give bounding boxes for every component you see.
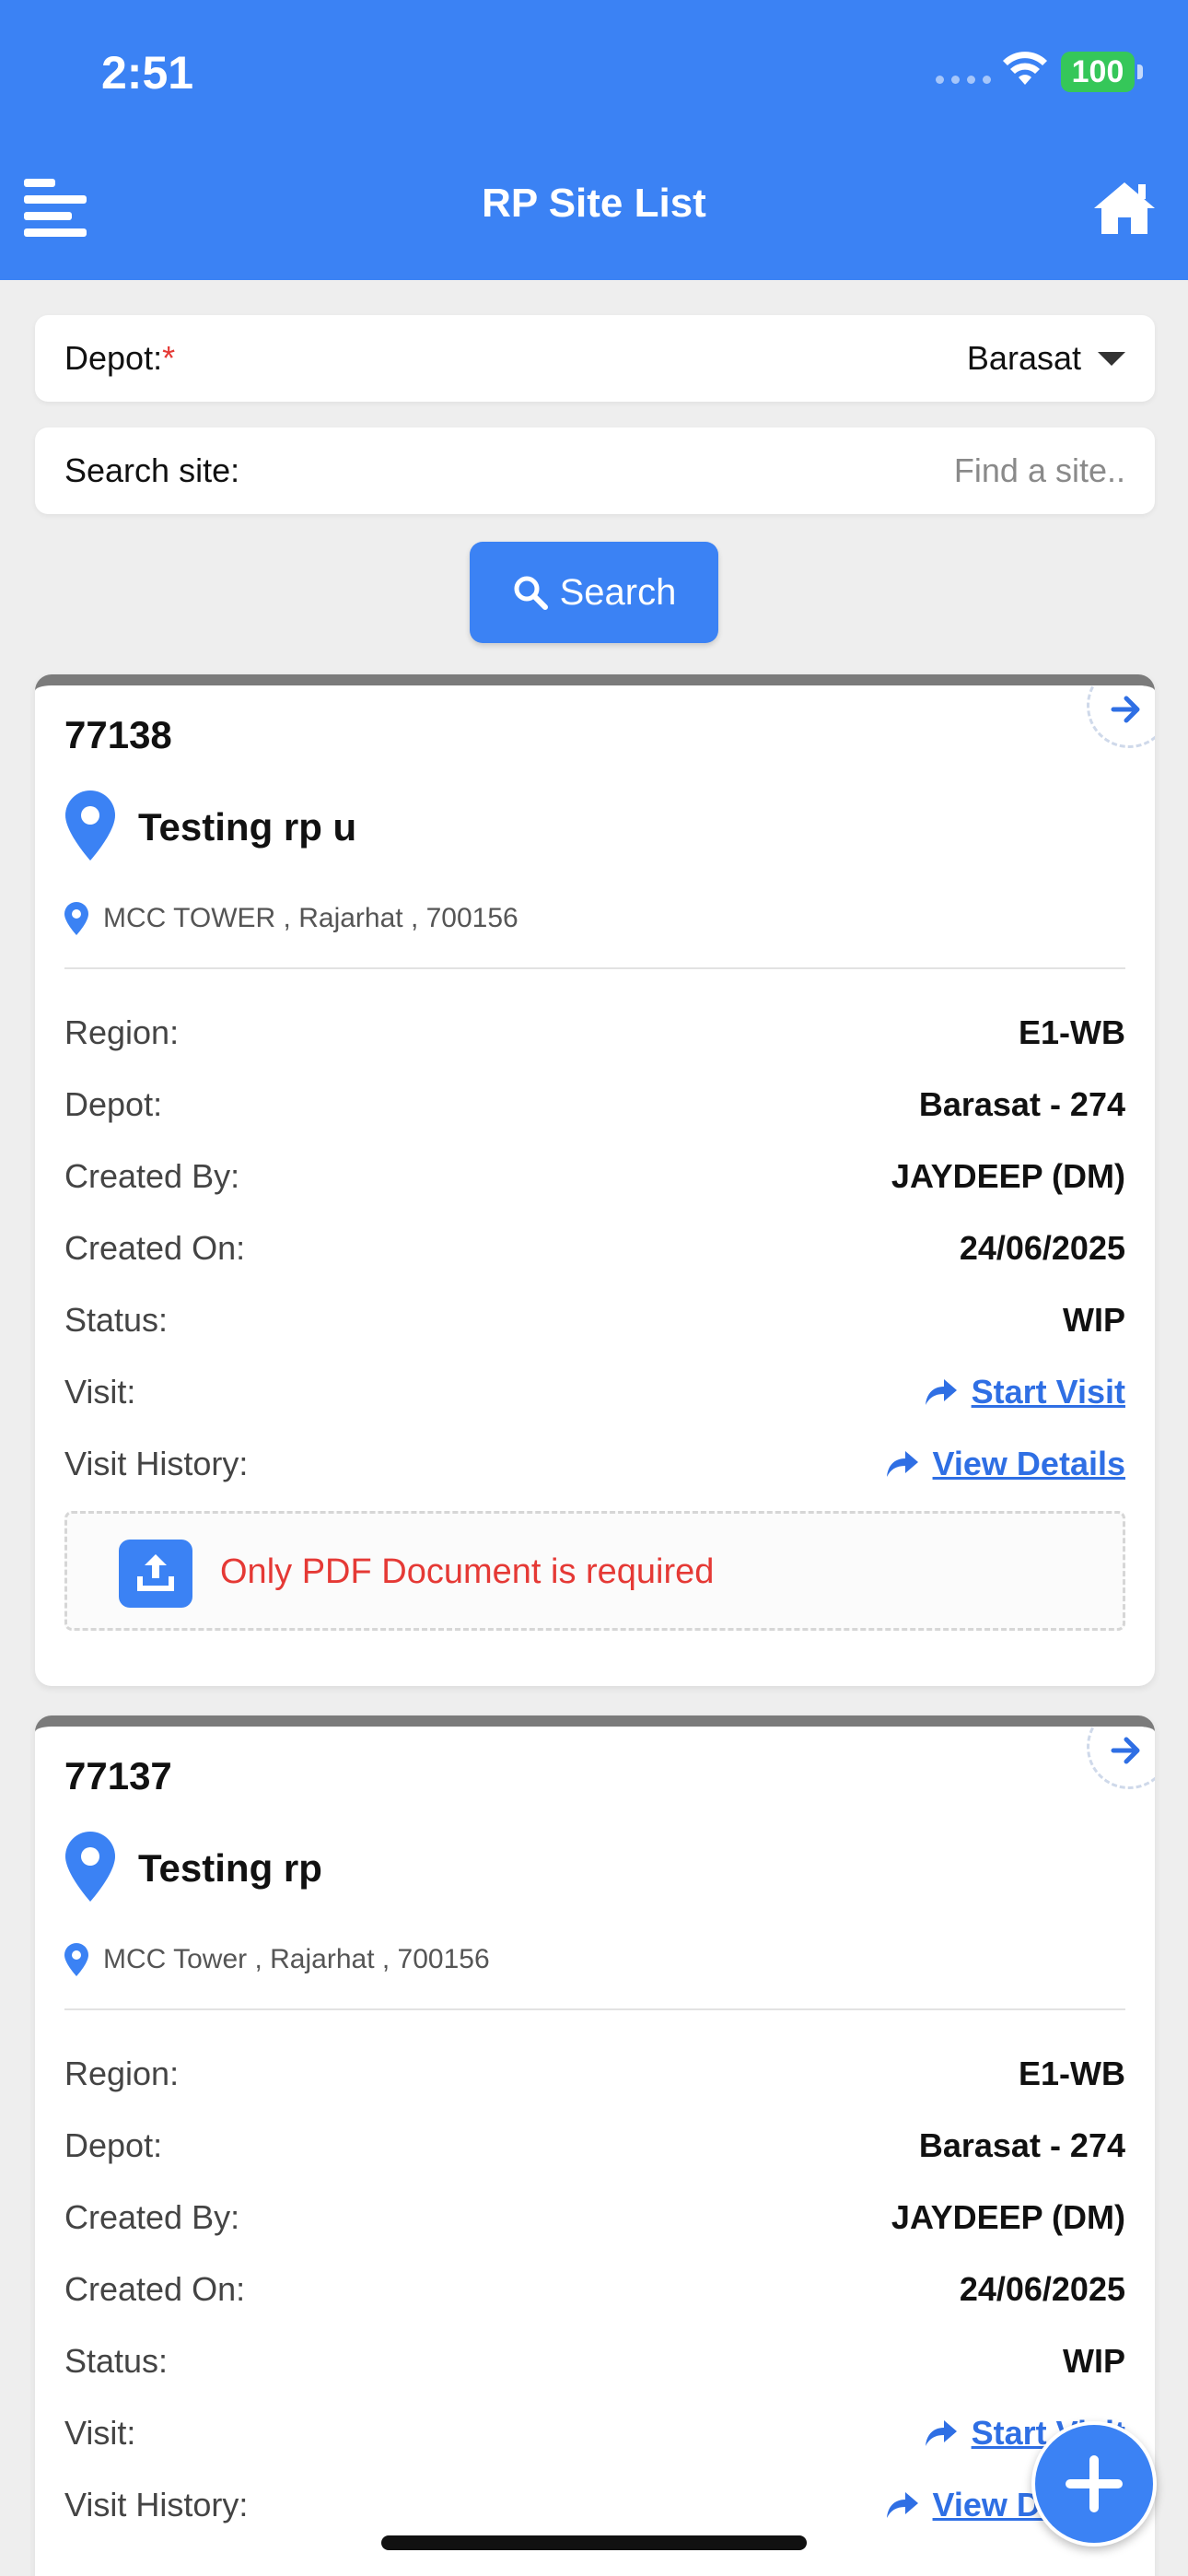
share-arrow-icon: [886, 2492, 918, 2518]
status-row: Status: WIP: [64, 1301, 1125, 1339]
site-id: 77138: [64, 713, 172, 756]
visit-row: Visit: Start Visit: [64, 2414, 1125, 2452]
open-site-button[interactable]: [1087, 1727, 1155, 1789]
search-icon: [514, 576, 548, 610]
app-header: 2:51 100 RP Site List: [0, 0, 1188, 280]
search-button-label: Search: [559, 571, 677, 613]
open-site-button[interactable]: [1087, 685, 1155, 748]
site-card: 77138 Testing rp u MCC TOWER , Rajarhat …: [35, 674, 1155, 1686]
add-site-button[interactable]: [1031, 2421, 1157, 2547]
status-time: 2:51: [101, 47, 194, 99]
search-button[interactable]: Search: [470, 542, 718, 643]
visit-history-row: Visit History: View Details: [64, 1445, 1125, 1483]
created-by-row: Created By: JAYDEEP (DM): [64, 2198, 1125, 2236]
site-id: 77137: [64, 1754, 172, 1797]
arrow-right-icon: [1111, 1737, 1140, 1764]
arrow-right-icon: [1111, 696, 1140, 723]
search-site-field[interactable]: Search site: Find a site..: [35, 427, 1155, 514]
depot-label: Depot:*: [64, 339, 176, 377]
plus-icon: [1066, 2455, 1123, 2512]
upload-icon[interactable]: [119, 1540, 192, 1608]
required-mark: *: [162, 339, 176, 377]
share-arrow-icon: [925, 1379, 957, 1405]
start-visit-link[interactable]: Start Visit: [924, 1373, 1125, 1411]
depot-selected-value: Barasat: [966, 339, 1081, 377]
status-row: Status: WIP: [64, 2342, 1125, 2380]
region-row: Region: E1-WB: [64, 1013, 1125, 1051]
caret-down-icon: [1098, 351, 1125, 366]
home-icon[interactable]: [1092, 179, 1157, 236]
site-address: MCC TOWER , Rajarhat , 700156: [103, 903, 518, 933]
site-name: Testing rp: [138, 1846, 322, 1890]
region-row: Region: E1-WB: [64, 2055, 1125, 2092]
depot-row: Depot: Barasat - 274: [64, 2126, 1125, 2164]
battery-cap: [1137, 64, 1143, 79]
address-pin-icon: [64, 1943, 88, 1976]
site-name: Testing rp u: [138, 805, 357, 849]
search-site-input[interactable]: Find a site..: [954, 451, 1125, 490]
created-by-row: Created By: JAYDEEP (DM): [64, 1157, 1125, 1195]
visit-history-row: Visit History: View Details: [64, 2486, 1125, 2523]
search-site-label: Search site:: [64, 451, 240, 489]
site-card: 77137 Testing rp MCC Tower , Rajarhat , …: [35, 1715, 1155, 2576]
pdf-upload-area[interactable]: Only PDF Document is required: [64, 1511, 1125, 1631]
upload-note: Only PDF Document is required: [220, 1552, 715, 1591]
site-address: MCC Tower , Rajarhat , 700156: [103, 1944, 490, 1974]
battery-indicator: 100: [1061, 52, 1135, 92]
depot-select[interactable]: Depot:* Barasat: [35, 315, 1155, 402]
address-pin-icon: [64, 902, 88, 935]
divider: [64, 967, 1125, 969]
created-on-row: Created On: 24/06/2025: [64, 2270, 1125, 2308]
created-on-row: Created On: 24/06/2025: [64, 1229, 1125, 1267]
view-details-link[interactable]: View Details: [885, 1445, 1125, 1483]
location-pin-icon: [65, 790, 115, 861]
share-arrow-icon: [925, 2420, 957, 2446]
location-pin-icon: [65, 1832, 115, 1902]
depot-row: Depot: Barasat - 274: [64, 1085, 1125, 1123]
page-title: RP Site List: [482, 181, 706, 226]
divider: [64, 2008, 1125, 2010]
visit-row: Visit: Start Visit: [64, 1373, 1125, 1411]
home-indicator: [381, 2535, 807, 2550]
wifi-icon: [1003, 52, 1047, 85]
share-arrow-icon: [886, 1451, 918, 1477]
cellular-signal-icon: [936, 76, 991, 84]
